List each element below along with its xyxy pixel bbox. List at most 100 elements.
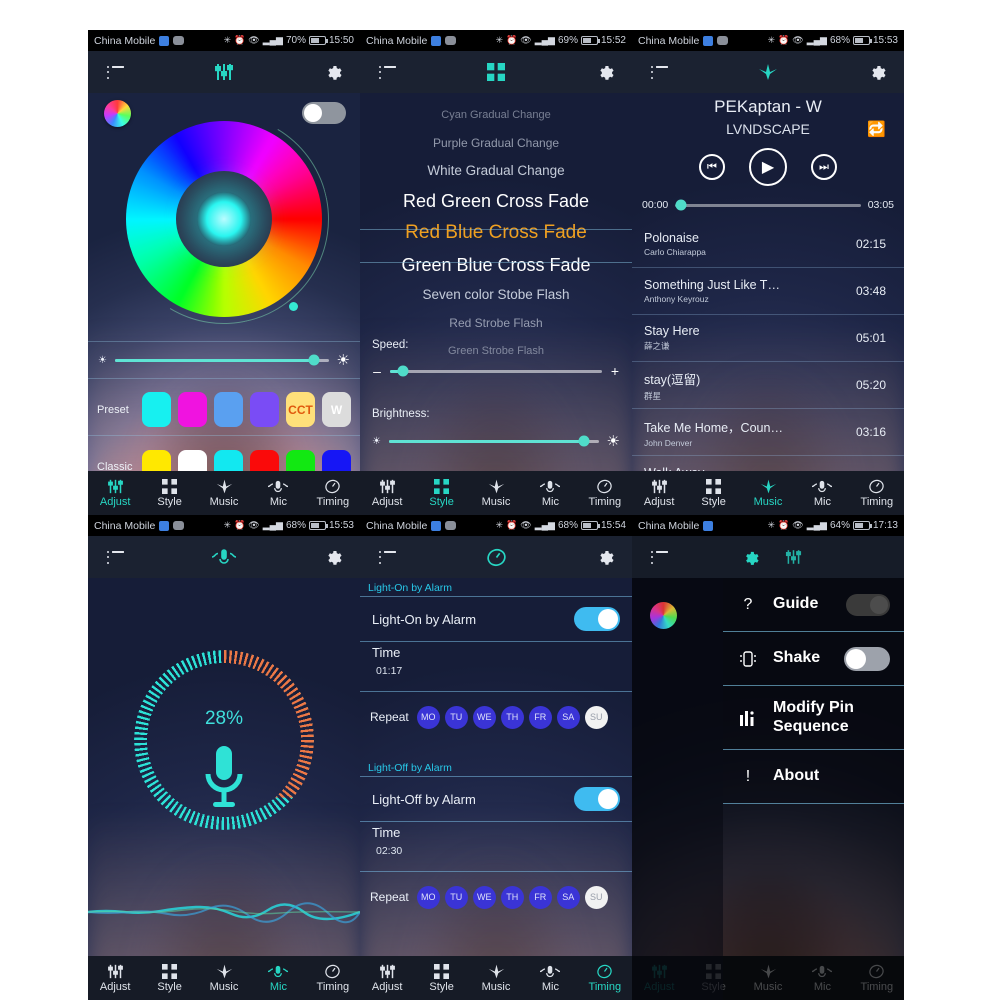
preset-swatch-magenta[interactable] xyxy=(178,392,207,427)
tab-style[interactable]: Style xyxy=(686,471,740,515)
tab-adjust[interactable]: Adjust xyxy=(88,471,142,515)
settings-button[interactable] xyxy=(864,59,890,85)
style-mode-item[interactable]: Cyan Gradual Change xyxy=(360,101,632,129)
menu-button[interactable] xyxy=(374,59,400,85)
menu-item-shake[interactable]: Shake xyxy=(723,632,904,686)
day-fr[interactable]: FR xyxy=(528,885,552,909)
tab-timing[interactable]: Timing xyxy=(306,471,360,515)
day-we[interactable]: WE xyxy=(472,885,496,909)
light-off-time-row[interactable]: Time 02:30 xyxy=(360,822,632,872)
settings-button[interactable] xyxy=(320,544,346,570)
light-on-toggle-row[interactable]: Light-On by Alarm xyxy=(360,596,632,642)
tab-timing[interactable]: Timing xyxy=(306,956,360,1000)
day-sa[interactable]: SA xyxy=(556,885,580,909)
brightness-knob[interactable] xyxy=(308,354,320,366)
playlist-item[interactable]: Stay Here 薛之谦 05:01 xyxy=(632,315,904,362)
playlist-item[interactable]: stay(逗留) 群星 05:20 xyxy=(632,362,904,409)
menu-button[interactable] xyxy=(102,544,128,570)
menu-button[interactable] xyxy=(102,59,128,85)
tab-style[interactable]: Style xyxy=(414,956,468,1000)
tab-adjust[interactable]: Adjust xyxy=(360,956,414,1000)
tab-music[interactable]: Music xyxy=(197,956,251,1000)
style-mode-list[interactable]: Cyan Gradual Change Purple Gradual Chang… xyxy=(360,93,632,357)
day-sa[interactable]: SA xyxy=(556,705,580,729)
plus-icon[interactable]: + xyxy=(610,363,620,379)
style-mode-item[interactable]: Red Strobe Flash xyxy=(360,309,632,337)
menu-button[interactable] xyxy=(646,544,672,570)
playlist[interactable]: Polonaise Carlo Chiarappa 02:15 Something… xyxy=(632,221,904,471)
tab-adjust[interactable]: Adjust xyxy=(360,471,414,515)
tab-mic[interactable]: Mic xyxy=(523,956,577,1000)
style-mode-item[interactable]: White Gradual Change xyxy=(360,157,632,185)
light-off-toggle-row[interactable]: Light-Off by Alarm xyxy=(360,776,632,822)
tab-style[interactable]: Style xyxy=(414,471,468,515)
brightness-slider[interactable] xyxy=(114,354,329,366)
tab-music[interactable]: Music xyxy=(197,471,251,515)
drawer-backdrop-left[interactable] xyxy=(632,578,723,1000)
brightness-arc[interactable] xyxy=(96,91,352,347)
settings-button[interactable] xyxy=(592,544,618,570)
tab-mic[interactable]: Mic xyxy=(795,471,849,515)
sliders-icon[interactable] xyxy=(780,544,806,570)
day-th[interactable]: TH xyxy=(500,705,524,729)
preset-swatch-violet[interactable] xyxy=(250,392,279,427)
style-mode-item[interactable]: Purple Gradual Change xyxy=(360,129,632,157)
playlist-item[interactable]: Take Me Home，Coun… John Denver 03:16 xyxy=(632,409,904,456)
menu-item-guide[interactable]: ? Guide xyxy=(723,578,904,632)
settings-button[interactable] xyxy=(320,59,346,85)
tab-timing[interactable]: Timing xyxy=(578,471,632,515)
tab-mic[interactable]: Mic xyxy=(523,471,577,515)
preset-swatch-white[interactable]: W xyxy=(322,392,351,427)
settings-button[interactable] xyxy=(592,59,618,85)
repeat-icon[interactable]: 🔁 xyxy=(867,120,886,138)
day-we[interactable]: WE xyxy=(472,705,496,729)
tab-music[interactable]: Music xyxy=(469,471,523,515)
microphone-icon[interactable] xyxy=(204,746,244,808)
day-tu[interactable]: TU xyxy=(444,885,468,909)
preset-swatch-cyan[interactable] xyxy=(142,392,171,427)
menu-button[interactable] xyxy=(646,59,672,85)
day-mo[interactable]: MO xyxy=(416,885,440,909)
style-mode-item[interactable]: Red Green Cross Fade xyxy=(360,185,632,217)
seek-knob[interactable] xyxy=(675,199,687,211)
tab-mic[interactable]: Mic xyxy=(251,956,305,1000)
day-su[interactable]: SU xyxy=(584,705,608,729)
preset-swatch-cct[interactable]: CCT xyxy=(286,392,315,427)
gear-icon[interactable] xyxy=(737,544,763,570)
playlist-item[interactable]: Polonaise Carlo Chiarappa 02:15 xyxy=(632,221,904,268)
playlist-item-active[interactable]: Walk AwayLVNDSCAPE 03:05 xyxy=(632,456,904,471)
tab-music[interactable]: Music xyxy=(741,471,795,515)
style-mode-item[interactable]: Green Blue Cross Fade xyxy=(360,249,632,281)
light-on-time-row[interactable]: Time 01:17 xyxy=(360,642,632,692)
light-off-toggle[interactable] xyxy=(574,787,620,811)
style-mode-item[interactable]: Seven color Stobe Flash xyxy=(360,281,632,309)
tab-style[interactable]: Style xyxy=(142,956,196,1000)
brightness-arc-knob[interactable] xyxy=(289,302,298,311)
color-wheel[interactable] xyxy=(96,91,352,347)
tab-style[interactable]: Style xyxy=(142,471,196,515)
menu-item-modify-pin-sequence[interactable]: Modify Pin Sequence xyxy=(723,686,904,750)
play-button[interactable]: ▶ xyxy=(749,148,787,186)
day-th[interactable]: TH xyxy=(500,885,524,909)
day-mo[interactable]: MO xyxy=(416,705,440,729)
tab-timing[interactable]: Timing xyxy=(578,956,632,1000)
brightness-slider[interactable] xyxy=(388,435,599,447)
shake-toggle[interactable] xyxy=(844,646,890,671)
tab-timing[interactable]: Timing xyxy=(850,471,904,515)
menu-item-about[interactable]: ! About xyxy=(723,750,904,804)
next-button[interactable]: ⏭ xyxy=(811,154,837,180)
tab-adjust[interactable]: Adjust xyxy=(632,471,686,515)
menu-button[interactable] xyxy=(374,544,400,570)
preset-swatch-blue[interactable] xyxy=(214,392,243,427)
playlist-item[interactable]: Something Just Like T… Anthony Keyrouz 03… xyxy=(632,268,904,315)
speed-slider[interactable] xyxy=(390,365,602,377)
guide-toggle[interactable] xyxy=(846,593,890,616)
light-on-toggle[interactable] xyxy=(574,607,620,631)
minus-icon[interactable]: – xyxy=(372,363,382,379)
tab-adjust[interactable]: Adjust xyxy=(88,956,142,1000)
brightness-knob[interactable] xyxy=(578,435,590,447)
day-tu[interactable]: TU xyxy=(444,705,468,729)
seek-slider[interactable] xyxy=(675,199,861,211)
day-fr[interactable]: FR xyxy=(528,705,552,729)
day-su[interactable]: SU xyxy=(584,885,608,909)
